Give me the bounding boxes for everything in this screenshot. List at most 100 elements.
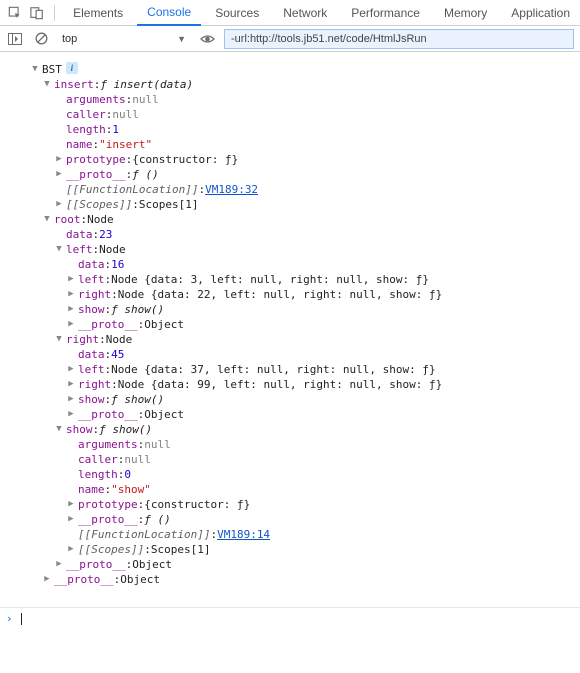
object-header[interactable]: BST — [42, 62, 62, 77]
info-icon[interactable]: i — [66, 62, 78, 74]
tab-performance[interactable]: Performance — [341, 0, 430, 26]
prop-key[interactable]: insert — [54, 77, 94, 92]
source-link[interactable]: VM189:14 — [217, 527, 270, 542]
prop-key: [[FunctionLocation]] — [66, 182, 198, 197]
expand-icon[interactable]: ▼ — [42, 77, 52, 92]
tab-memory[interactable]: Memory — [434, 0, 497, 26]
context-selector-label: top — [62, 33, 77, 45]
prop-value: Node {data: 99, left: null, right: null,… — [118, 377, 443, 392]
prop-key[interactable]: show — [78, 302, 105, 317]
expand-icon[interactable]: ▶ — [66, 317, 76, 332]
prop-value: {constructor: ƒ} — [132, 152, 238, 167]
inspect-icon[interactable] — [6, 2, 24, 24]
source-link[interactable]: VM189:32 — [205, 182, 258, 197]
expand-icon[interactable]: ▶ — [66, 302, 76, 317]
prop-key[interactable]: show — [66, 422, 93, 437]
prop-key: data — [78, 257, 105, 272]
prop-key[interactable]: [[Scopes]] — [66, 197, 132, 212]
expand-icon[interactable]: ▶ — [54, 557, 64, 572]
prop-key: length — [66, 122, 106, 137]
context-selector[interactable]: top ▼ — [58, 29, 190, 49]
prop-key[interactable]: __proto__ — [78, 317, 138, 332]
prop-value: Scopes[1] — [139, 197, 199, 212]
prop-value: 1 — [112, 122, 119, 137]
prop-value: 0 — [124, 467, 131, 482]
expand-icon[interactable]: ▼ — [54, 242, 64, 257]
prop-value: ƒ insert(data) — [100, 77, 193, 92]
prop-key[interactable]: show — [78, 392, 105, 407]
prop-key[interactable]: __proto__ — [66, 557, 126, 572]
prop-key: caller — [66, 107, 106, 122]
prop-key[interactable]: left — [78, 362, 105, 377]
expand-icon[interactable]: ▼ — [30, 62, 40, 77]
text-cursor — [21, 613, 22, 625]
prop-key[interactable]: right — [78, 377, 111, 392]
expand-icon[interactable]: ▶ — [66, 377, 76, 392]
expand-icon[interactable]: ▶ — [54, 197, 64, 212]
prop-value: Node — [106, 332, 133, 347]
prop-value: Object — [144, 407, 184, 422]
prop-key[interactable]: prototype — [78, 497, 138, 512]
prop-value: null — [144, 437, 171, 452]
prop-key[interactable]: __proto__ — [78, 512, 138, 527]
filter-input[interactable] — [224, 29, 574, 49]
prop-key[interactable]: __proto__ — [66, 167, 126, 182]
expand-icon[interactable]: ▶ — [66, 512, 76, 527]
prop-key[interactable]: __proto__ — [54, 572, 114, 587]
expand-icon[interactable]: ▶ — [66, 272, 76, 287]
expand-icon[interactable]: ▶ — [66, 392, 76, 407]
tab-sources[interactable]: Sources — [205, 0, 269, 26]
prop-value: Object — [120, 572, 160, 587]
prop-value: Object — [144, 317, 184, 332]
prop-key[interactable]: root — [54, 212, 81, 227]
prop-value: Node {data: 37, left: null, right: null,… — [111, 362, 436, 377]
prop-key[interactable]: [[Scopes]] — [78, 542, 144, 557]
prop-value: 23 — [99, 227, 112, 242]
expand-icon[interactable]: ▼ — [54, 422, 64, 437]
prop-value: Node {data: 3, left: null, right: null, … — [111, 272, 429, 287]
console-toolbar: top ▼ — [0, 26, 580, 52]
tab-application[interactable]: Application — [501, 0, 580, 26]
clear-console-icon[interactable] — [32, 30, 50, 48]
prop-key[interactable]: left — [66, 242, 93, 257]
prop-value: "insert" — [99, 137, 152, 152]
prop-value: null — [132, 92, 159, 107]
expand-icon[interactable]: ▶ — [66, 542, 76, 557]
prop-key: data — [66, 227, 93, 242]
prop-value: Node — [99, 242, 126, 257]
prop-key[interactable]: right — [66, 332, 99, 347]
expand-icon[interactable]: ▶ — [54, 167, 64, 182]
prop-key[interactable]: __proto__ — [78, 407, 138, 422]
prop-key: [[FunctionLocation]] — [78, 527, 210, 542]
prop-key[interactable]: right — [78, 287, 111, 302]
sidebar-toggle-icon[interactable] — [6, 30, 24, 48]
console-prompt[interactable]: › — [0, 607, 580, 629]
prop-key[interactable]: prototype — [66, 152, 126, 167]
devtools-tabs: Elements Console Sources Network Perform… — [0, 0, 580, 26]
live-expression-icon[interactable] — [198, 30, 216, 48]
expand-icon[interactable]: ▶ — [54, 152, 64, 167]
expand-icon[interactable]: ▶ — [66, 287, 76, 302]
prop-key: length — [78, 467, 118, 482]
tab-console[interactable]: Console — [137, 0, 201, 26]
prompt-chevron-icon: › — [6, 612, 13, 625]
prop-key[interactable]: left — [78, 272, 105, 287]
expand-icon[interactable]: ▶ — [66, 407, 76, 422]
prop-key: arguments — [66, 92, 126, 107]
expand-icon[interactable]: ▼ — [42, 212, 52, 227]
prop-key: caller — [78, 452, 118, 467]
expand-icon[interactable]: ▶ — [66, 497, 76, 512]
expand-icon[interactable]: ▶ — [42, 572, 52, 587]
expand-icon[interactable]: ▶ — [66, 362, 76, 377]
prop-value: {constructor: ƒ} — [144, 497, 250, 512]
prop-key: name — [66, 137, 93, 152]
prop-value: ƒ show() — [99, 422, 152, 437]
prop-value: 45 — [111, 347, 124, 362]
tab-network[interactable]: Network — [273, 0, 337, 26]
device-toggle-icon[interactable] — [28, 2, 46, 24]
prop-value: Node — [87, 212, 114, 227]
console-output: ▼BSTi ▼insert: ƒ insert(data) ▶arguments… — [0, 52, 580, 607]
expand-icon[interactable]: ▼ — [54, 332, 64, 347]
prop-value: Scopes[1] — [151, 542, 211, 557]
tab-elements[interactable]: Elements — [63, 0, 133, 26]
